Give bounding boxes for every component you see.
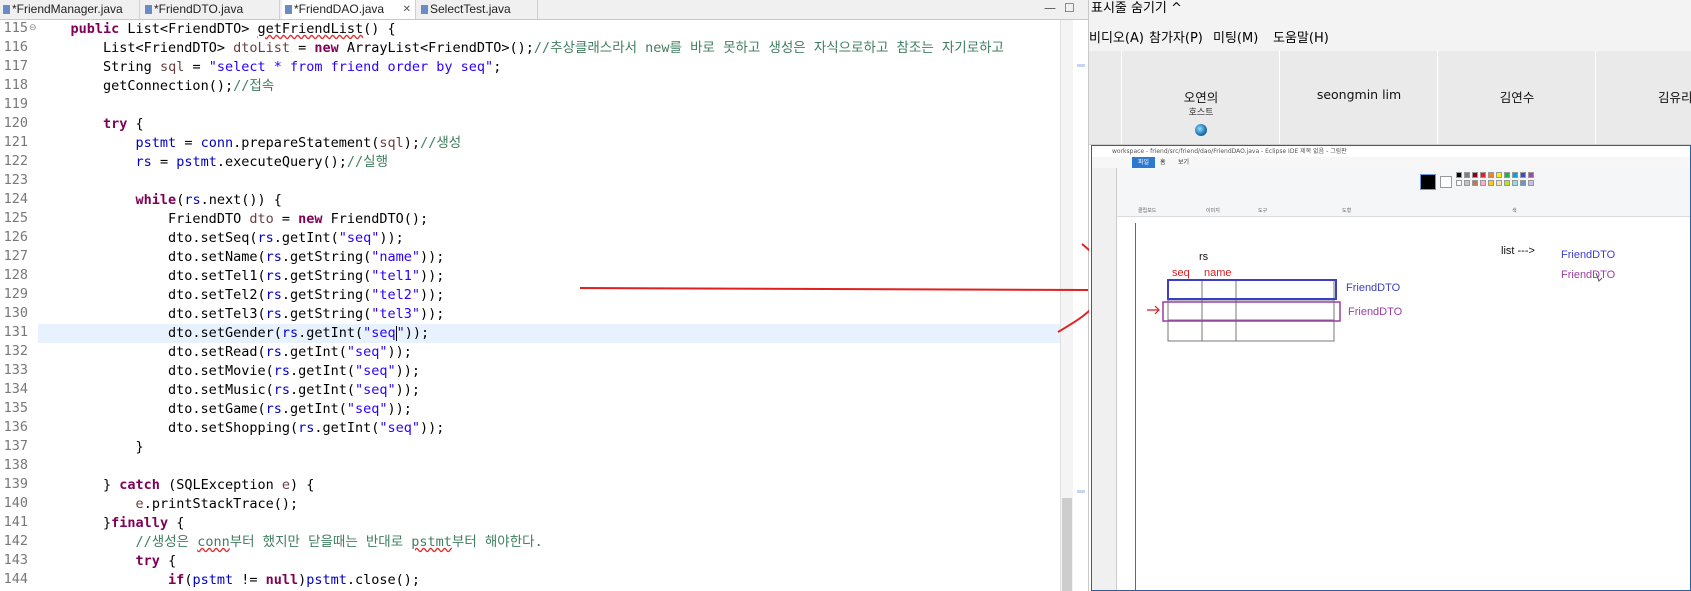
- palette-color-swatch[interactable]: [1488, 180, 1494, 186]
- color1-swatch[interactable]: [1420, 174, 1436, 190]
- paint-tab-view[interactable]: 보기: [1178, 157, 1189, 168]
- row-highlight-purple: [1162, 301, 1341, 322]
- palette-color-swatch[interactable]: [1520, 180, 1526, 186]
- shared-paint-window: workspace - friend/src/friend/dao/Friend…: [1091, 145, 1691, 591]
- palette-color-swatch[interactable]: [1464, 180, 1470, 186]
- participant-tile[interactable]: 김연수: [1437, 51, 1596, 144]
- participant-name: 김유리: [1658, 90, 1691, 105]
- palette-color-swatch[interactable]: [1488, 172, 1494, 178]
- participant-strip: 오연의 호스트 seongmin lim 김연수 김유리: [1089, 51, 1691, 145]
- palette-color-swatch[interactable]: [1496, 180, 1502, 186]
- color2-swatch[interactable]: [1440, 176, 1452, 188]
- paint-window-title: workspace - friend/src/friend/dao/Friend…: [1092, 146, 1690, 157]
- palette-color-swatch[interactable]: [1464, 172, 1470, 178]
- menu-video[interactable]: 비디오(A): [1089, 27, 1144, 46]
- shared-eclipse-sidebar: [1092, 168, 1117, 590]
- participant-tile[interactable]: 김유리: [1595, 51, 1691, 144]
- meeting-menu-bar: 비디오(A) 참가자(P) 미팅(M) 도움말(H): [1089, 17, 1691, 51]
- paint-ribbon: 클립보드 이미지 도구 도형 색: [1092, 168, 1690, 217]
- menu-help[interactable]: 도움말(H): [1273, 27, 1329, 46]
- participant-name: 김연수: [1499, 90, 1535, 105]
- menu-participants[interactable]: 참가자(P): [1149, 27, 1203, 46]
- ribbon-group-colors: 색: [1512, 208, 1517, 214]
- ribbon-group-image: 이미지: [1206, 208, 1220, 214]
- palette-color-swatch[interactable]: [1496, 172, 1502, 178]
- palette-color-swatch[interactable]: [1472, 172, 1478, 178]
- participant-role: 호스트: [1188, 108, 1214, 118]
- ribbon-group-clipboard: 클립보드: [1138, 208, 1157, 214]
- participant-tile[interactable]: seongmin lim: [1279, 51, 1438, 144]
- palette-color-swatch[interactable]: [1456, 180, 1462, 186]
- palette-color-swatch[interactable]: [1480, 180, 1486, 186]
- palette-color-swatch[interactable]: [1480, 172, 1486, 178]
- hide-bar-toggle[interactable]: 표시줄 숨기기 ^: [1089, 0, 1691, 17]
- paint-canvas[interactable]: rs seq name list ---> FriendDTO FriendDT…: [1135, 223, 1690, 590]
- participant-name: seongmin lim: [1316, 87, 1402, 102]
- paint-ribbon-tabs: 파일 홈 보기: [1092, 157, 1690, 168]
- annotation-layer: [579, 243, 1106, 333]
- palette-color-swatch[interactable]: [1504, 180, 1510, 186]
- menu-meeting[interactable]: 미팅(M): [1213, 27, 1258, 46]
- paint-tab-home[interactable]: 홈: [1160, 157, 1166, 168]
- host-status-icon: [1195, 124, 1207, 136]
- palette-color-swatch[interactable]: [1512, 172, 1518, 178]
- ribbon-group-tools: 도구: [1258, 208, 1268, 214]
- meeting-window: 표시줄 숨기기 ^ 비디오(A) 참가자(P) 미팅(M) 도움말(H) 오연의…: [1089, 0, 1691, 591]
- row-highlight-blue: [1167, 279, 1337, 300]
- palette-color-swatch[interactable]: [1504, 172, 1510, 178]
- canvas-drawing: [1147, 272, 1603, 342]
- screen-share-area: workspace - friend/src/friend/dao/Friend…: [1089, 145, 1691, 591]
- annotation-stroke: [579, 287, 1089, 291]
- mouse-cursor-icon: [1595, 272, 1603, 282]
- palette-color-swatch[interactable]: [1528, 172, 1534, 178]
- red-arrow-icon: [1147, 305, 1160, 315]
- palette-color-swatch[interactable]: [1472, 180, 1478, 186]
- ribbon-group-shapes: 도형: [1342, 208, 1352, 214]
- participant-name: 오연의: [1183, 90, 1219, 105]
- result-table-outline: [1167, 279, 1335, 342]
- palette-color-swatch[interactable]: [1528, 180, 1534, 186]
- palette-color-swatch[interactable]: [1512, 180, 1518, 186]
- paint-tab-file[interactable]: 파일: [1132, 157, 1156, 168]
- participant-tile[interactable]: 오연의 호스트: [1121, 51, 1280, 144]
- palette-color-swatch[interactable]: [1520, 172, 1526, 178]
- palette-color-swatch[interactable]: [1456, 172, 1462, 178]
